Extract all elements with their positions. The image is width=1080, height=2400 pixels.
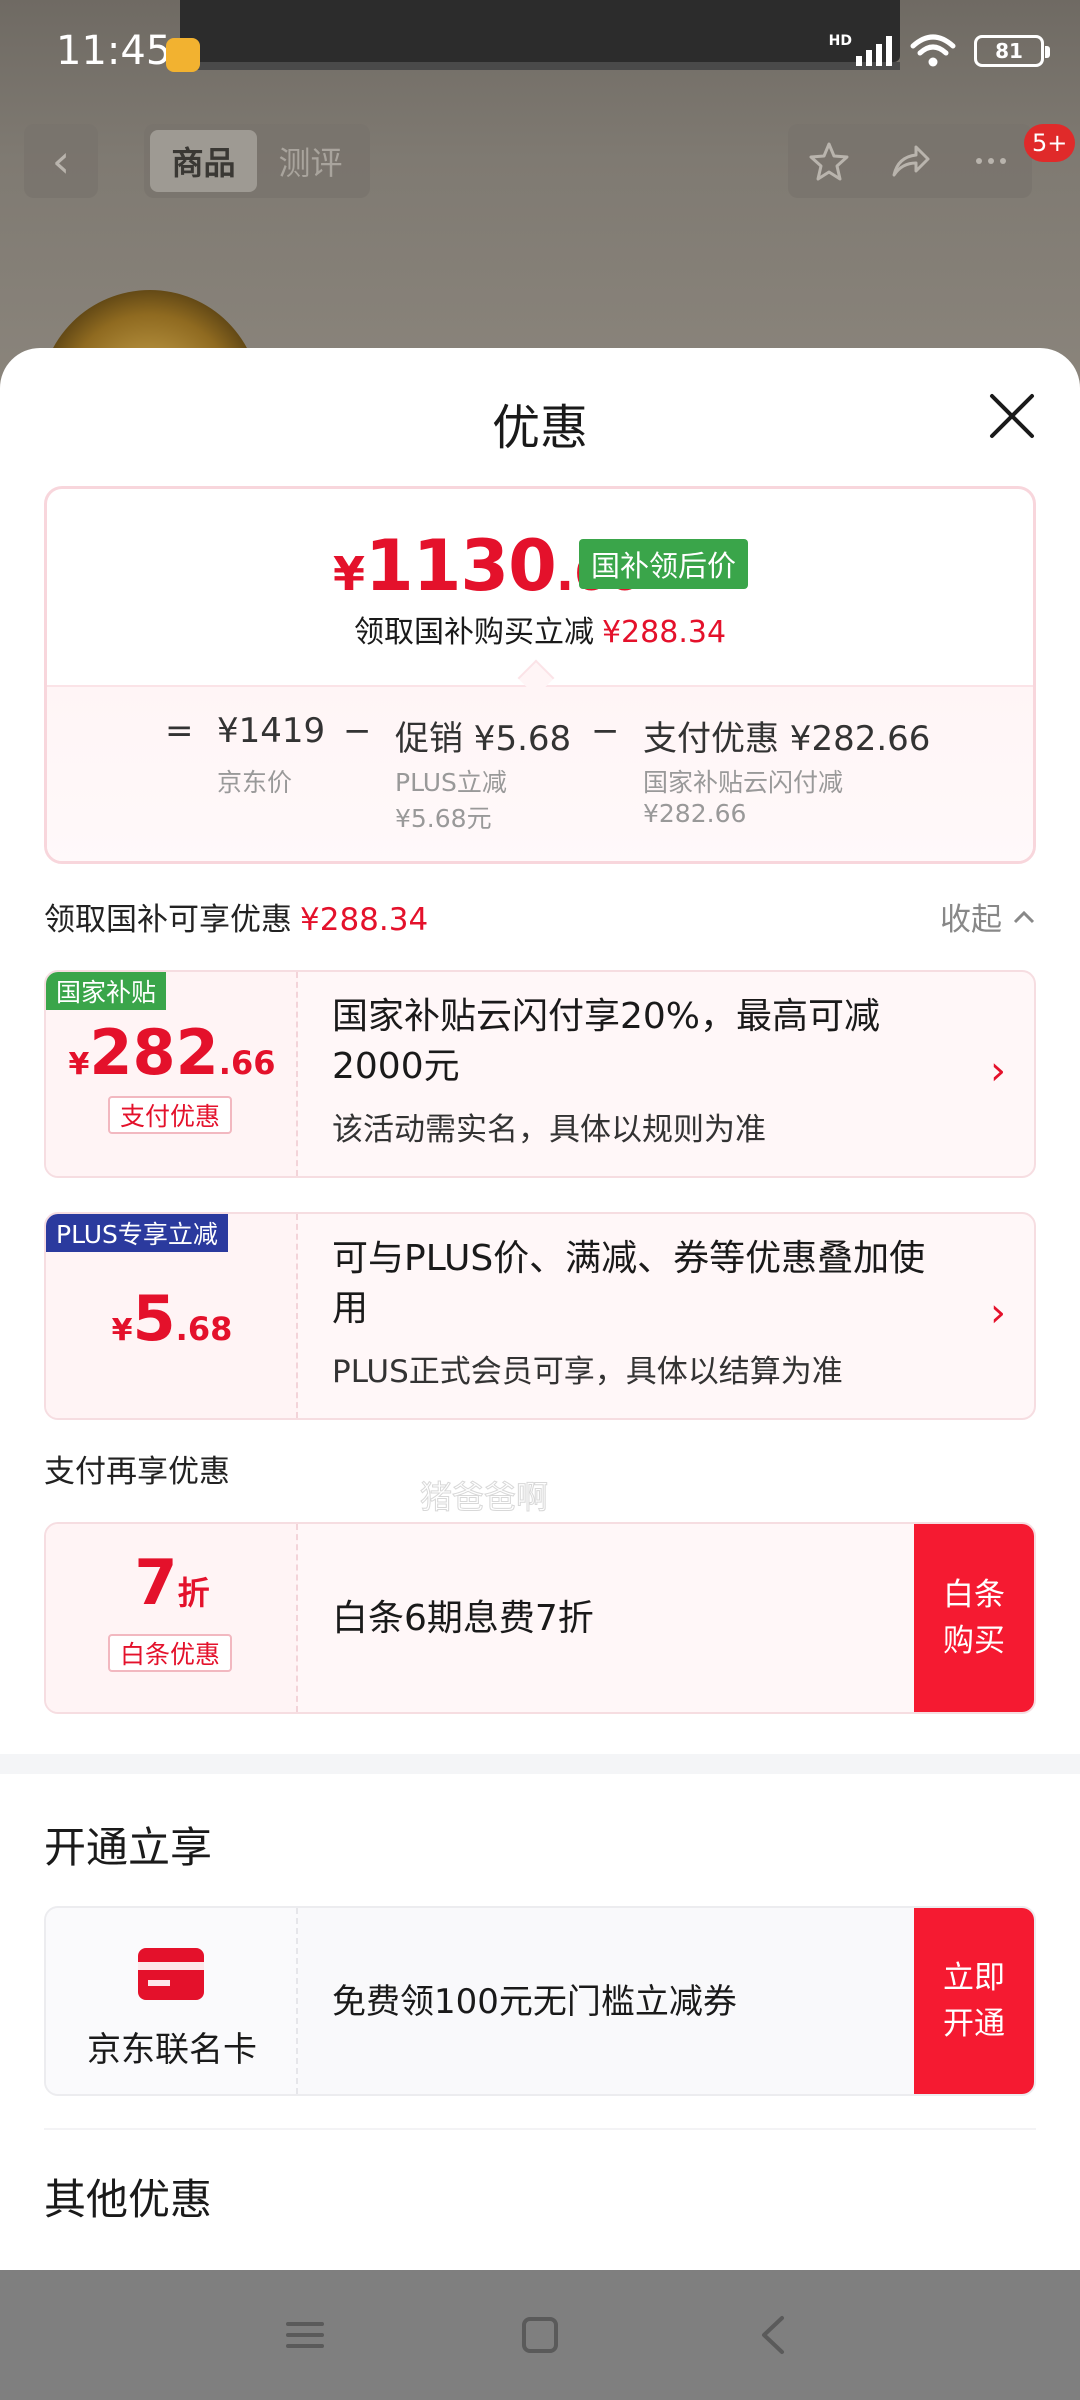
coupon-amount-dec: .66 [218,1044,276,1082]
promo-sub: ¥5.68元 [395,804,492,833]
coupon-amount-dec: .68 [175,1310,233,1348]
saving-line: 领取国补购买立减 ¥288.34 [47,607,1033,651]
sheet-title: 优惠 [491,400,588,456]
watermark-text: 猪爸爸啊 [419,1478,549,1517]
equals-sign: = [165,711,194,751]
other-section-title: 其他优惠 [44,2175,213,2224]
coupon-amount: ¥5.68 [46,1282,298,1355]
baitiao-buy-line1: 白条 [943,1577,1005,1613]
coupon-amount-int: 282 [89,1016,219,1089]
price-breakdown: = ¥1419 京东价 − 促销 ¥5.68 PLUS立减 ¥5.68元 − 支… [47,685,1033,861]
jd-price-label: 京东价 [217,768,293,797]
card-name: 京东联名卡 [87,2030,257,2070]
coupon-currency: ¥ [111,1313,133,1348]
coupon-national-subsidy[interactable]: 国家补贴 ¥282.66 支付优惠 国家补贴云闪付享20%，最高可减2000元 … [44,970,1036,1178]
signal-icon [856,36,892,66]
collapse-toggle[interactable]: 收起 [940,894,1036,939]
discount-sheet: 优惠 ¥ 1130 .66 国补领后价 领取国补购买立减¥288.34 = ¥1… [0,348,1080,2270]
subsidy-section-amount: ¥288.34 [300,902,429,938]
baitiao-buy-line2: 购买 [943,1623,1005,1659]
coupon-tag: PLUS专享立减 [46,1214,228,1252]
coupon-baitiao[interactable]: 7折 白条优惠 白条6期息费7折 白条 购买 [44,1522,1036,1714]
card-offer-text: 免费领100元无门槛立减券 [332,1982,737,2022]
coupon-amount-int: 5 [132,1282,176,1355]
system-nav-bar [0,2270,1080,2400]
price-summary-card: ¥ 1130 .66 国补领后价 领取国补购买立减¥288.34 = ¥1419… [44,486,1036,864]
subsidy-section-text: 领取国补可享优惠 [44,902,292,938]
status-icons: HD 81 [828,33,1050,68]
open-card-button[interactable]: 立即 开通 [914,1908,1034,2094]
subsidy-price-tag: 国补领后价 [579,539,749,589]
status-bar: 11:45 HD 81 [0,0,1080,110]
coupon-currency: ¥ [68,1047,90,1082]
open-card-line2: 开通 [943,2006,1005,2042]
jd-price-value: ¥1419 [217,711,326,751]
price-integer: 1130 [365,525,557,607]
battery-icon: 81 [974,35,1050,67]
promo-value: 促销 ¥5.68 [395,719,572,759]
section-divider [0,1754,1080,1774]
other-divider [44,2128,1036,2130]
co-branded-card-offer[interactable]: 京东联名卡 免费领100元无门槛立减券 立即 开通 [44,1906,1036,2096]
coupon-description: 国家补贴云闪付享20%，最高可减2000元 [332,996,881,1087]
product-tabs: 商品 测评 [144,124,370,198]
open-card-line1: 立即 [943,1960,1005,1996]
chevron-right-icon: › [990,1048,1006,1094]
open-section-title: 开通立享 [44,1823,213,1872]
coupon-description: 可与PLUS价、满减、券等优惠叠加使用 [332,1238,926,1329]
menu-icon[interactable] [280,2310,330,2360]
notification-icon [166,38,200,72]
home-icon[interactable] [515,2310,565,2360]
pay-discount-value: 支付优惠 ¥282.66 [643,719,931,759]
credit-card-icon [138,1948,204,2000]
baitiao-discount-value: 7 [134,1546,178,1619]
promo-label: PLUS立减 [395,768,507,797]
pay-discount-sub: ¥282.66 [643,799,747,828]
collapse-label: 收起 [940,902,1002,938]
baitiao-buy-button[interactable]: 白条 购买 [914,1524,1034,1712]
hd-indicator: HD [828,33,852,49]
message-badge: 5+ [1024,124,1076,162]
baitiao-label: 白条优惠 [108,1634,233,1672]
status-time: 11:45 [56,28,172,74]
more-icon[interactable] [969,139,1013,183]
coupon-plus-discount[interactable]: PLUS专享立减 ¥5.68 可与PLUS价、满减、券等优惠叠加使用 PLUS正… [44,1212,1036,1420]
saving-amount: ¥288.34 [601,615,727,650]
chevron-right-icon: › [990,1290,1006,1336]
baitiao-discount-unit: 折 [177,1574,210,1612]
price-currency: ¥ [333,547,366,601]
tab-product[interactable]: 商品 [150,130,257,192]
star-icon[interactable] [807,139,851,183]
baitiao-discount: 7折 [46,1546,298,1619]
battery-level: 81 [995,39,1023,63]
subsidy-section-title: 领取国补可享优惠 ¥288.34 [44,894,428,939]
back-button[interactable]: ‹ [24,124,98,198]
coupon-amount: ¥282.66 [46,1016,298,1089]
coupon-type-label: 支付优惠 [108,1096,233,1134]
baitiao-description: 白条6期息费7折 [332,1598,594,1639]
product-nav-bar: ‹ 商品 测评 [0,120,1080,204]
share-icon[interactable] [888,139,932,183]
price-summary-top: ¥ 1130 .66 国补领后价 领取国补购买立减¥288.34 [47,489,1033,685]
nav-actions [788,124,1032,198]
chevron-up-icon [1013,910,1035,923]
saving-text: 领取国补购买立减 [353,615,594,650]
minus-sign-1: − [343,711,372,751]
coupon-note: 该活动需实名，具体以规则为准 [332,1112,766,1148]
coupon-note: PLUS正式会员可享，具体以结算为准 [332,1354,843,1390]
pay-discount-label: 国家补贴云闪付减 [643,768,844,797]
wifi-icon [910,34,956,67]
minus-sign-2: − [591,711,620,751]
close-icon[interactable] [984,388,1040,444]
coupon-tag: 国家补贴 [46,972,167,1010]
back-icon[interactable] [750,2310,800,2360]
tab-review[interactable]: 测评 [257,130,364,192]
pay-section-title: 支付再享优惠 [44,1454,230,1490]
